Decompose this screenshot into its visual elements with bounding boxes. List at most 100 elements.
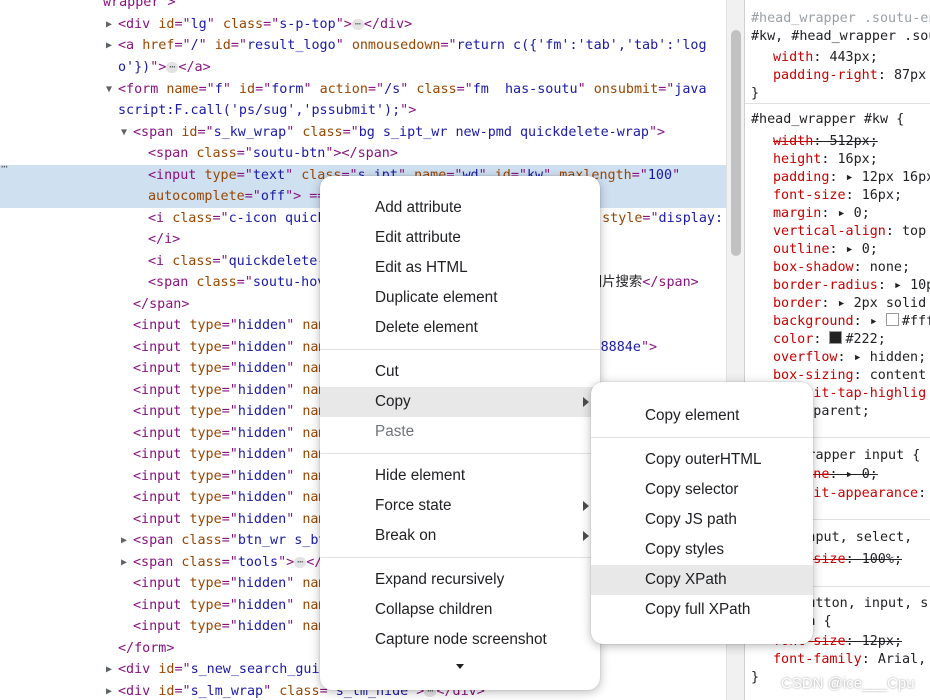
menu-item-capture-node-screenshot[interactable]: Capture node screenshot xyxy=(320,625,600,655)
menu-item-add-attribute[interactable]: Add attribute xyxy=(320,193,600,223)
dom-token: id xyxy=(181,124,198,140)
dom-token: script:F.call('ps/sug','pssubmit'); xyxy=(118,103,401,118)
menu-item-break-on[interactable]: Break on xyxy=(320,521,600,551)
dom-token: " xyxy=(286,361,303,376)
submenu-item-copy-xpath[interactable]: Copy XPath xyxy=(591,565,813,595)
css-property-name: vertical-align xyxy=(773,224,886,239)
menu-item-copy[interactable]: Copy xyxy=(320,387,600,417)
selected-node-dots-icon[interactable]: ⋯ xyxy=(1,160,8,173)
menu-item-edit-as-html[interactable]: Edit as HTML xyxy=(320,253,600,283)
style-rule-line[interactable]: border: ▸ 2px solid xyxy=(773,295,926,313)
css-property-name: font-size xyxy=(773,188,846,203)
menu-item-duplicate-element[interactable]: Duplicate element xyxy=(320,283,600,313)
dom-token: <input xyxy=(133,382,190,398)
style-rule-line[interactable]: } xyxy=(751,85,759,103)
context-menu: Add attribute Edit attribute Edit as HTML D… xyxy=(320,176,600,690)
style-rule-line[interactable]: overflow: ▸ hidden; xyxy=(773,349,926,367)
css-text: ; xyxy=(893,552,902,567)
css-property-value: none xyxy=(869,260,902,275)
css-property-value: 0 xyxy=(861,467,870,482)
menu-item-force-state[interactable]: Force state xyxy=(320,491,600,521)
dom-token: <input xyxy=(133,619,190,634)
dom-token: " xyxy=(198,38,215,53)
style-rule-line[interactable]: #head_wrapper #kw { xyxy=(751,111,904,129)
style-rule-line[interactable]: margin: ▸ 0; xyxy=(773,205,870,223)
dom-token: =" xyxy=(642,210,659,226)
menu-item-delete-element[interactable]: Delete element xyxy=(320,313,600,343)
collapse-triangle-icon[interactable]: ▼ xyxy=(106,79,117,101)
style-rule-line[interactable]: padding-right: 87px xyxy=(773,67,926,85)
dom-token: form xyxy=(271,81,304,97)
expand-triangle-icon[interactable]: ▶ xyxy=(106,681,117,700)
copy-submenu: Copy element Copy outerHTML Copy selector C… xyxy=(591,382,813,644)
style-rule-line[interactable]: background: ▸ #fff xyxy=(773,313,930,331)
dom-token: / xyxy=(190,38,199,53)
expand-triangle-icon[interactable]: ▶ xyxy=(121,530,132,552)
submenu-item-copy-full-xpath[interactable]: Copy full XPath xyxy=(591,595,813,625)
collapsed-ellipsis-button[interactable]: ⋯ xyxy=(294,556,307,568)
collapsed-ellipsis-button[interactable]: ⋯ xyxy=(351,18,364,30)
dom-token: =" xyxy=(255,81,272,97)
style-rule-line[interactable]: width: 443px; xyxy=(773,49,878,67)
dom-node-markup: o'})"> ⋯ </a> xyxy=(118,57,211,79)
style-rule-line[interactable]: vertical-align: top xyxy=(773,223,926,241)
dom-token: =" xyxy=(244,189,261,204)
color-swatch[interactable] xyxy=(885,313,899,326)
menu-item-expand-recursively[interactable]: Expand recursively xyxy=(320,565,600,595)
dom-tree-scrollbar-thumb[interactable] xyxy=(731,30,741,256)
menu-item-hide-element[interactable]: Hide element xyxy=(320,461,600,491)
style-rule-line[interactable]: border-radius: ▸ 10px xyxy=(773,277,930,295)
style-rule-line[interactable]: font-family: Arial, xyxy=(773,651,926,669)
collapsed-ellipsis-button[interactable]: ⋯ xyxy=(166,62,179,73)
dom-node-line[interactable]: ▼ <form name="f" id="form" action="/s" cl… xyxy=(0,79,726,101)
style-rule-line[interactable]: font-size: 16px; xyxy=(773,187,902,205)
expand-triangle-icon[interactable]: ▶ xyxy=(106,659,117,681)
dom-node-line[interactable]: o'})"> ⋯ </a> xyxy=(0,57,726,79)
style-rule-line[interactable]: box-shadow: none; xyxy=(773,259,910,277)
dom-token: class xyxy=(302,124,343,140)
css-property-value: #222 xyxy=(845,332,878,347)
style-rule-line[interactable]: width: 512px; xyxy=(773,133,878,151)
style-rule-line[interactable]: height: 16px; xyxy=(773,151,878,169)
style-rule-line[interactable]: color: #222; xyxy=(773,331,886,349)
scroll-more-arrow-icon[interactable] xyxy=(456,664,464,669)
dom-token: id xyxy=(238,81,256,97)
style-rule-line[interactable]: padding: ▸ 12px 16px xyxy=(773,169,930,187)
submenu-item-copy-outerhtml[interactable]: Copy outerHTML xyxy=(591,445,813,475)
dom-node-markup: script:F.call('ps/sug','pssubmit');"> xyxy=(118,100,416,122)
submenu-item-copy-selector[interactable]: Copy selector xyxy=(591,475,813,505)
dom-node-line[interactable]: ▶ <div id="lg" class="s-p-top"> ⋯ </div> xyxy=(0,14,726,36)
dom-token: name xyxy=(166,81,199,97)
expand-triangle-icon[interactable]: ▶ xyxy=(106,14,117,36)
menu-item-label: Copy XPath xyxy=(645,571,727,588)
menu-item-collapse-children[interactable]: Collapse children xyxy=(320,595,600,625)
expand-triangle-icon[interactable]: ▶ xyxy=(106,35,117,57)
menu-item-edit-attribute[interactable]: Edit attribute xyxy=(320,223,600,253)
dom-token: "> xyxy=(640,339,658,355)
style-rule-line[interactable]: #kw, #head_wrapper .soutu xyxy=(751,28,930,46)
style-rule-line[interactable]: } xyxy=(751,669,759,687)
style-rule-line[interactable]: #head_wrapper .soutu-env- xyxy=(751,10,930,28)
dom-node-line[interactable]: script:F.call('ps/sug','pssubmit');"> xyxy=(0,100,726,122)
dom-token: =" xyxy=(221,554,238,570)
dom-token: text xyxy=(252,167,286,183)
dom-node-markup: </span> xyxy=(133,294,189,316)
dom-node-line[interactable]: <span class="soutu-btn"></span> xyxy=(0,143,726,165)
expand-triangle-icon[interactable]: ▶ xyxy=(121,552,132,574)
submenu-item-copy-js-path[interactable]: Copy JS path xyxy=(591,505,813,535)
collapse-triangle-icon[interactable]: ▼ xyxy=(121,122,132,144)
dom-token: " xyxy=(286,124,303,140)
css-property-name: box-sizing xyxy=(773,368,854,383)
menu-separator xyxy=(591,437,813,438)
dom-node-line[interactable]: wrapper > xyxy=(0,0,726,14)
style-rule-line[interactable]: outline: ▸ 0; xyxy=(773,241,878,259)
dom-node-line[interactable]: ▶ <a href="/" id="result_logo" onmousedow… xyxy=(0,35,726,57)
submenu-item-copy-styles[interactable]: Copy styles xyxy=(591,535,813,565)
menu-item-label: Edit as HTML xyxy=(375,259,468,276)
menu-item-cut[interactable]: Cut xyxy=(320,357,600,387)
submenu-item-copy-element[interactable]: Copy element xyxy=(591,401,813,431)
dom-node-line[interactable]: ▼ <span id="s_kw_wrap" class="bg s_ipt_wr… xyxy=(0,122,726,144)
dom-token: =" xyxy=(174,683,191,699)
dom-token: <input xyxy=(133,361,190,376)
color-swatch[interactable] xyxy=(829,331,843,344)
